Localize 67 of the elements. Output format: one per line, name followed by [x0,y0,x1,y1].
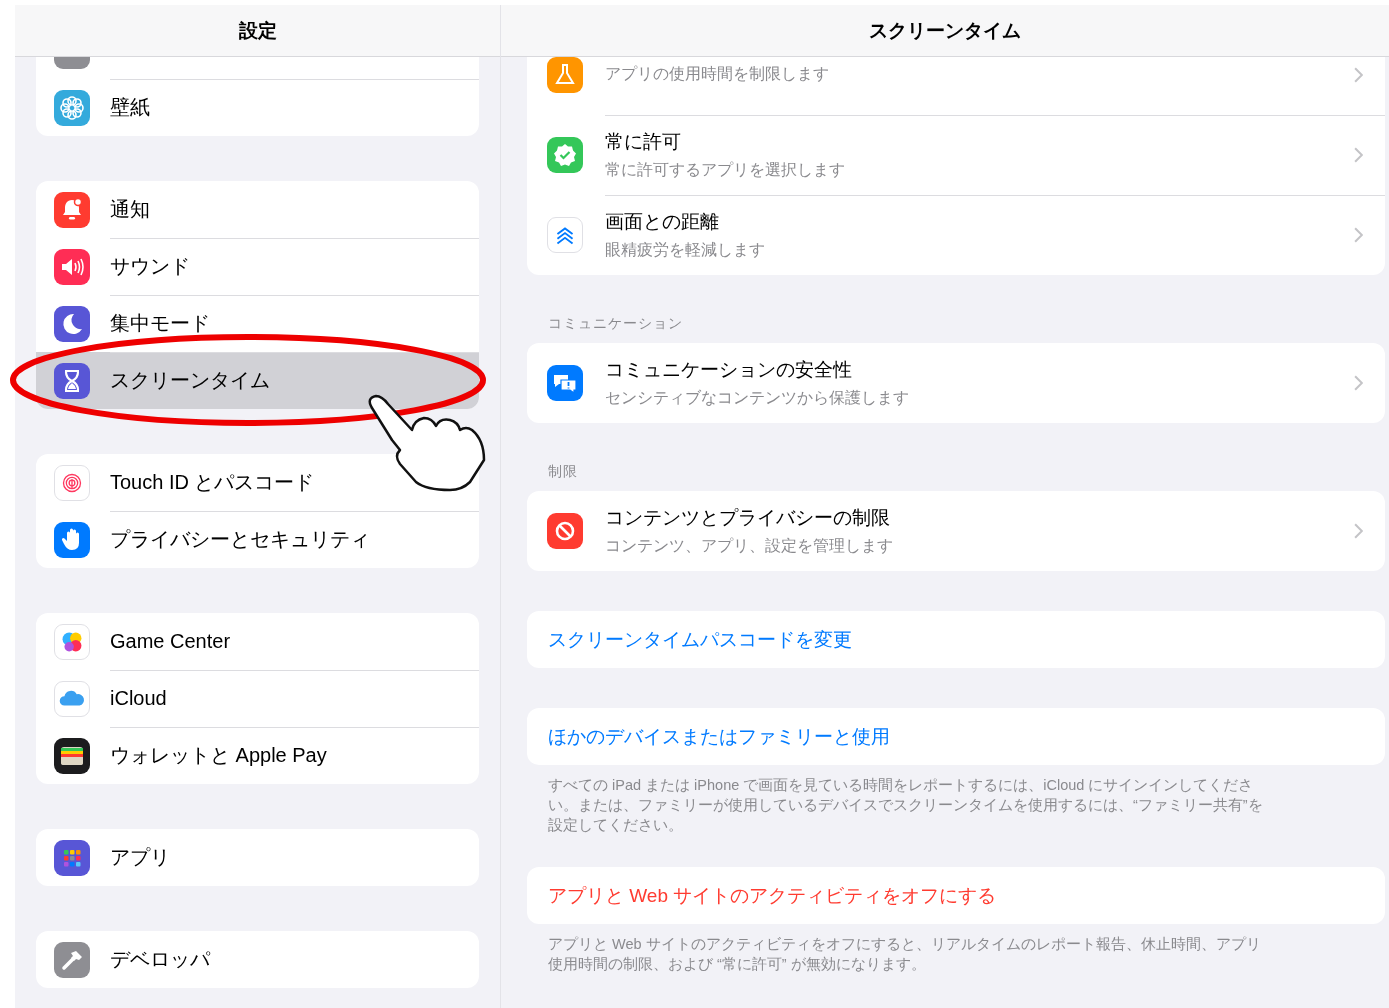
sidebar-item[interactable]: 集中モード [36,295,479,352]
speaker-icon [54,248,90,285]
chevrons-up-icon [547,217,583,253]
chat-bubbles-icon [547,365,583,401]
settings-row[interactable]: 常に許可 常に許可するアプリを選択します [527,115,1385,195]
sidebar-item-label: デベロッパ [110,947,210,972]
page-title: スクリーンタイム [869,18,1021,43]
section-header: コミュニケーション [547,315,684,333]
wallet-icon [54,737,90,774]
action-link[interactable]: ほかのデバイスまたはファミリーと使用 [527,708,1385,765]
row-subtitle: 眼精疲労を軽減します [605,240,766,260]
sidebar-item[interactable]: 通知 [36,181,479,238]
sidebar-item-label: サウンド [110,253,190,279]
settings-row[interactable]: アプリの使用時間を制限します [527,57,1385,115]
sidebar-title: 設定 [238,18,277,43]
row-title: 画面との距離 [605,210,720,234]
sidebar-item-label: プライバシーとセキュリティ [110,527,370,552]
sidebar-item-label: 壁紙 [110,95,150,120]
hammer-icon [54,941,90,978]
sidebar-item[interactable]: iCloud [36,670,479,727]
row-subtitle: コンテンツ、アプリ、設定を管理します [605,536,894,556]
sidebar-item-label: ウォレットと Apple Pay [110,743,327,768]
bell-icon [54,191,90,228]
row-title: コンテンツとプライバシーの制限 [605,506,891,530]
row-title: コミュニケーションの安全性 [605,358,853,382]
action-link[interactable]: スクリーンタイムパスコードを変更 [527,611,1385,668]
moon-icon [54,305,90,342]
app-grid-icon [54,839,90,876]
sidebar-item[interactable]: Game Center [36,613,479,670]
sidebar-item[interactable]: アプリ [36,829,479,886]
cloud-icon [54,680,90,717]
sidebar-item[interactable]: サウンド [36,238,479,295]
footer-note: アプリと Web サイトのアクティビティをオフにすると、リアルタイムのレポート報告、休止時間、アプリ使用時間の制限、および “常に許可” が無効になります。 [547,935,1262,974]
row-title: 常に許可 [605,129,682,154]
row-subtitle: センシティブなコンテンツから保護します [605,388,910,408]
sidebar-item[interactable]: ウォレットと Apple Pay [36,727,479,784]
hourglass-icon [54,362,90,399]
sidebar-item[interactable]: スクリーンタイム [36,352,479,409]
settings-row[interactable]: コンテンツとプライバシーの制限 コンテンツ、アプリ、設定を管理します [527,491,1385,571]
sidebar-item[interactable]: デベロッパ [36,931,479,988]
sidebar-item[interactable]: 壁紙 [36,79,479,136]
sidebar-item-label: iCloud [110,686,167,710]
chevron-icon [1354,227,1363,243]
action-link[interactable]: アプリと Web サイトのアクティビティをオフにする [527,867,1385,924]
chevron-icon [1354,523,1363,539]
prohibited-icon [547,513,583,549]
chevron-icon [1354,146,1363,163]
sidebar-item-label: アプリ [110,845,170,870]
check-badge-icon [547,137,583,173]
sidebar-item-label: 通知 [110,196,150,222]
hand-icon [54,521,90,558]
sidebar-item-label: スクリーンタイム [110,368,270,393]
sidebar-item-label: Game Center [110,629,231,653]
row-subtitle: 常に許可するアプリを選択します [605,159,846,180]
chevron-icon [1354,66,1363,83]
section-header: 制限 [547,463,579,481]
fingerprint-icon [54,464,90,501]
sidebar-item[interactable]: プライバシーとセキュリティ [36,511,479,568]
sidebar-item-label: Touch ID とパスコード [110,469,315,495]
flower-icon [54,89,90,126]
row-subtitle: アプリの使用時間を制限します [605,64,830,84]
chevron-icon [1354,375,1363,391]
footer-note: すべての iPad または iPhone で画面を見ている時間をレポートするには、iCloud にサインインしてください。または、ファミリーが使用しているデバイスでスクリーンタイムを使用するには、“ファミリー共有”を設定してください。 [547,776,1264,835]
settings-row[interactable]: 画面との距離 眼精疲労を軽減します [527,195,1385,275]
settings-row[interactable]: コミュニケーションの安全性 センシティブなコンテンツから保護します [527,343,1385,423]
sidebar-item-label: 集中モード [110,310,210,336]
bubbles-icon [54,623,90,660]
